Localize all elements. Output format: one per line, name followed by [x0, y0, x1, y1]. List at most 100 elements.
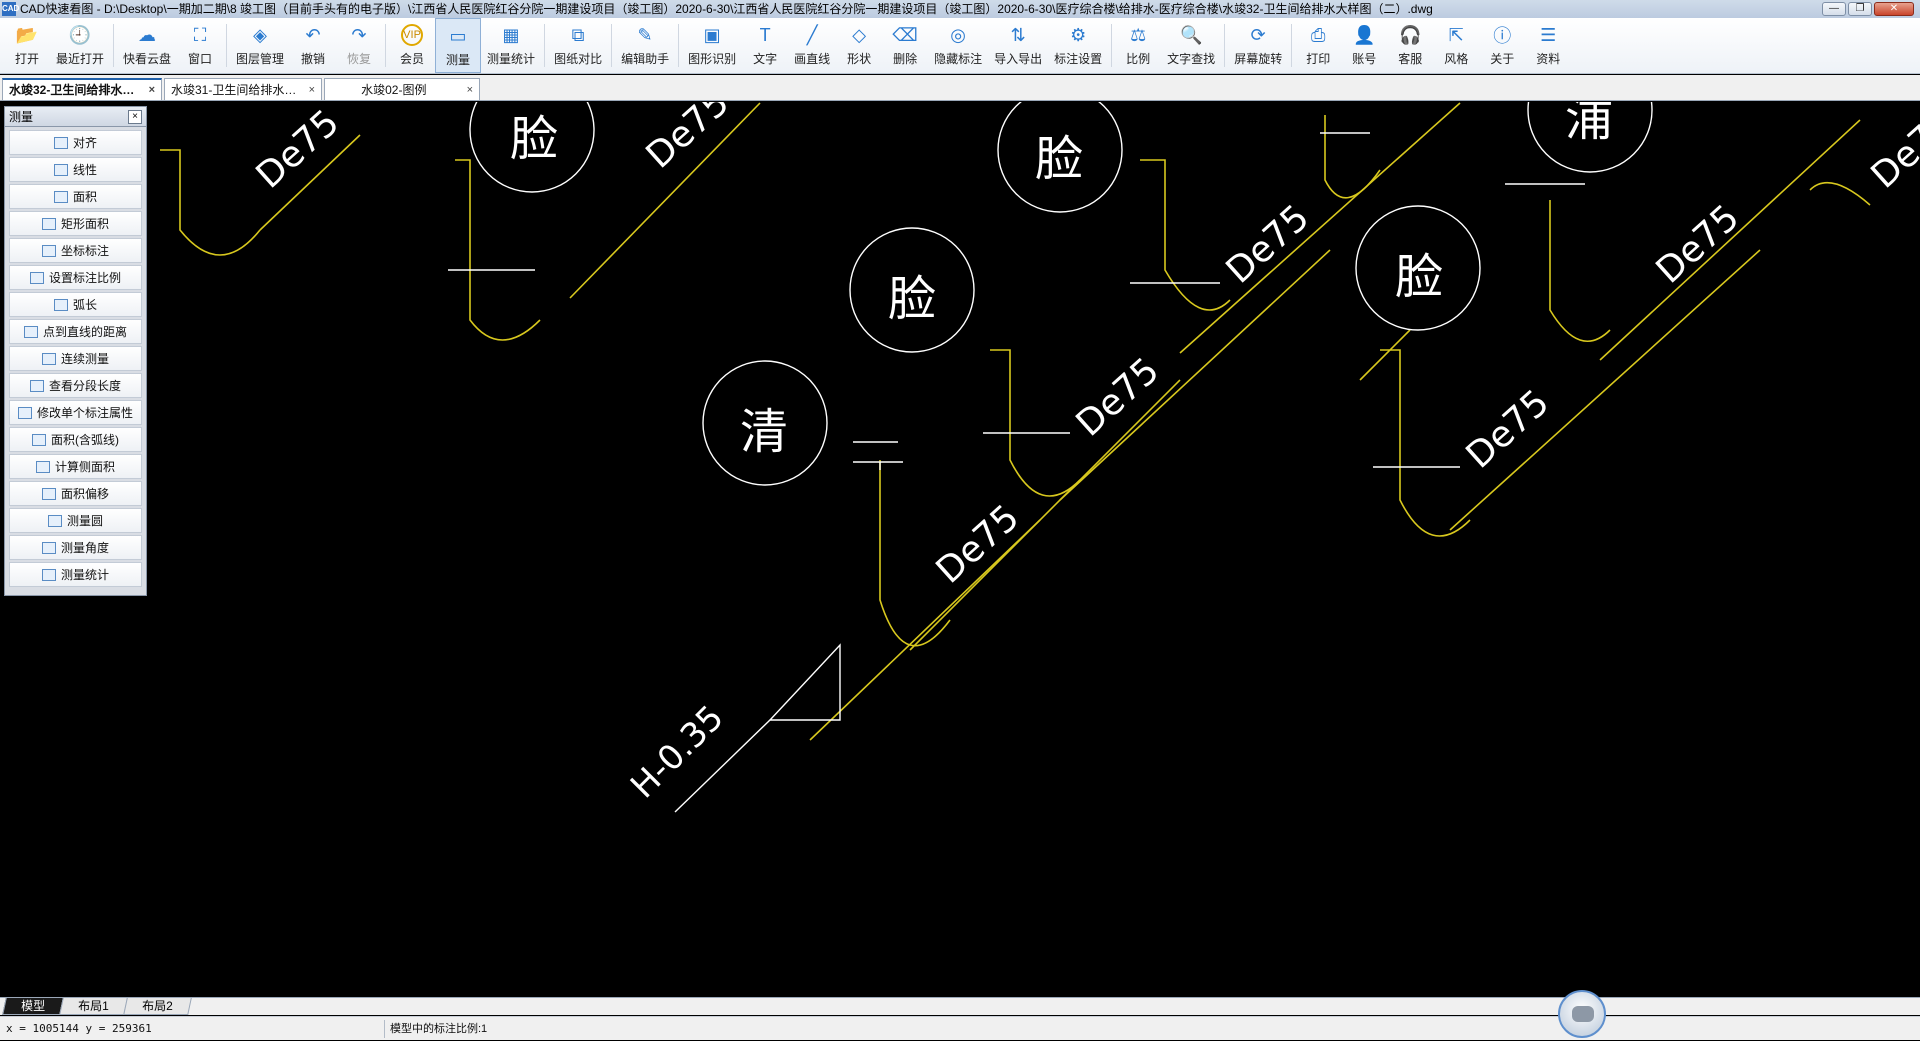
toolbar-button-22[interactable]: ⟳ 屏幕旋转 [1228, 18, 1288, 73]
measure-tool-6[interactable]: 弧长 [9, 292, 142, 317]
cursor-coordinates: x = 1005144 y = 259361 [6, 1022, 152, 1035]
measure-tool-15[interactable]: 测量角度 [9, 535, 142, 560]
toolbar-button-14[interactable]: ╱ 画直线 [788, 18, 836, 73]
toolbar-button-8[interactable]: ▭ 测量 [435, 18, 482, 73]
measure-tool-icon [53, 298, 68, 311]
toolbar-button-0[interactable]: 📂 打开 [4, 18, 50, 73]
pipe-label: De75 [1069, 350, 1168, 444]
toolbar-button-5[interactable]: ↶ 撤销 [290, 18, 336, 73]
measure-tool-icon [41, 244, 56, 257]
measure-tool-7[interactable]: 点到直线的距离 [9, 319, 142, 344]
measure-tool-0[interactable]: 对齐 [9, 130, 142, 155]
toolbar-button-21[interactable]: 🔍 文字查找 [1161, 18, 1221, 73]
measure-panel-close-button[interactable]: × [128, 109, 142, 124]
measure-tool-4[interactable]: 坐标标注 [9, 238, 142, 263]
measure-tool-label: 面积(含弧线) [51, 433, 119, 447]
measure-tool-icon [41, 487, 56, 500]
toolbar-label: 图形识别 [688, 52, 737, 66]
measure-tool-14[interactable]: 测量圆 [9, 508, 142, 533]
cleanout-triangle [768, 643, 841, 721]
toolbar-button-13[interactable]: T 文字 [742, 18, 788, 73]
toolbar-button-24[interactable]: 👤 账号 [1341, 18, 1387, 73]
toolbar-label: 账号 [1352, 52, 1377, 66]
measure-tool-icon [41, 352, 56, 365]
tab-close-icon[interactable]: × [309, 80, 315, 100]
measure-tool-8[interactable]: 连续测量 [9, 346, 142, 371]
assistant-avatar-icon[interactable] [1558, 990, 1606, 1038]
toolbar-icon: 📂 [15, 24, 39, 45]
toolbar-label: 标注设置 [1054, 52, 1103, 66]
toolbar-button-27[interactable]: ⓘ 关于 [1479, 18, 1525, 73]
layout-tab-0[interactable]: 模型 [2, 998, 64, 1015]
document-tab-0[interactable]: 水竣32-卫生间给排水… × [2, 78, 162, 100]
layout-tab-2[interactable]: 布局2 [122, 998, 192, 1015]
measure-tool-label: 坐标标注 [60, 244, 109, 258]
toolbar-button-17[interactable]: ◎ 隐藏标注 [928, 18, 988, 73]
measure-tool-1[interactable]: 线性 [9, 157, 142, 182]
toolbar-button-18[interactable]: ⇅ 导入导出 [988, 18, 1048, 73]
toolbar-button-26[interactable]: ⇱ 风格 [1433, 18, 1479, 73]
toolbar-button-3[interactable]: ⛶ 窗口 [177, 18, 223, 73]
measure-tool-16[interactable]: 测量统计 [9, 562, 142, 587]
measure-tool-icon [17, 406, 32, 419]
measure-tool-icon [29, 379, 44, 392]
pipe-segment [1059, 249, 1331, 501]
document-tabs: 水竣32-卫生间给排水… × 水竣31-卫生间给排水… × 水竣02-图例 × [0, 75, 1920, 101]
toolbar-button-25[interactable]: 🎧 客服 [1387, 18, 1433, 73]
toolbar-label: 图层管理 [236, 52, 285, 66]
toolbar-button-15[interactable]: ◇ 形状 [836, 18, 882, 73]
measure-tool-2[interactable]: 面积 [9, 184, 142, 209]
measure-tool-label: 面积偏移 [60, 487, 109, 501]
measure-tool-10[interactable]: 修改单个标注属性 [9, 400, 142, 425]
circle-label: 脸 [510, 111, 558, 167]
toolbar-button-11[interactable]: ✎ 编辑助手 [615, 18, 675, 73]
toolbar-label: 恢复 [347, 52, 372, 66]
toolbar-label: 屏幕旋转 [1234, 52, 1283, 66]
minimize-button[interactable]: — [1822, 2, 1846, 16]
toolbar-button-20[interactable]: ⚖ 比例 [1115, 18, 1161, 73]
toolbar-button-6[interactable]: ↷ 恢复 [336, 18, 382, 73]
toolbar-button-16[interactable]: ⌫ 删除 [882, 18, 928, 73]
measure-tool-icon [41, 541, 56, 554]
toolbar-separator [611, 24, 613, 67]
circle-label: 浦 [1565, 102, 1613, 147]
toolbar-button-2[interactable]: ☁ 快看云盘 [117, 18, 177, 73]
toolbar-button-28[interactable]: ☰ 资料 [1525, 18, 1571, 73]
toolbar-button-10[interactable]: ⧉ 图纸对比 [548, 18, 608, 73]
toolbar-button-12[interactable]: ▣ 图形识别 [682, 18, 742, 73]
toolbar-button-23[interactable]: ⎙ 打印 [1295, 18, 1341, 73]
layout-tabs: 模型 布局1 布局2 [0, 997, 1920, 1015]
toolbar-label: 导入导出 [994, 52, 1043, 66]
document-tab-1[interactable]: 水竣31-卫生间给排水… × [164, 78, 322, 100]
measure-tool-13[interactable]: 面积偏移 [9, 481, 142, 506]
toolbar-button-7[interactable]: VIP 会员 [389, 18, 435, 73]
close-button[interactable]: ✕ [1874, 2, 1914, 16]
toolbar-label: 比例 [1126, 52, 1151, 66]
toolbar-label: 会员 [400, 52, 425, 66]
layout-tab-1[interactable]: 布局1 [59, 998, 128, 1015]
toolbar-button-19[interactable]: ⚙ 标注设置 [1048, 18, 1108, 73]
circle-label: 清 [740, 404, 788, 460]
toolbar-label: 撤销 [301, 52, 326, 66]
measure-tool-12[interactable]: 计算侧面积 [9, 454, 142, 479]
drawing-canvas[interactable]: 脸 脸 脸 脸 清 浦 De75 De75 De75 De75 De75 De7… [0, 102, 1920, 997]
document-tab-2[interactable]: 水竣02-图例 × [324, 78, 480, 100]
pipe-trap [455, 159, 541, 341]
measure-tool-9[interactable]: 查看分段长度 [9, 373, 142, 398]
tab-close-icon[interactable]: × [149, 80, 155, 100]
toolbar-icon: ⟳ [1250, 24, 1266, 45]
measure-tool-icon [41, 217, 56, 230]
measure-tool-icon [53, 190, 68, 203]
maximize-button[interactable]: ❐ [1848, 2, 1872, 16]
toolbar-separator [1111, 24, 1113, 67]
toolbar-button-4[interactable]: ◈ 图层管理 [230, 18, 290, 73]
toolbar-button-1[interactable]: 🕘 最近打开 [50, 18, 110, 73]
measure-tool-3[interactable]: 矩形面积 [9, 211, 142, 236]
measure-tool-11[interactable]: 面积(含弧线) [9, 427, 142, 452]
toolbar-label: 文字查找 [1167, 52, 1216, 66]
toolbar-button-9[interactable]: ▦ 测量统计 [481, 18, 541, 73]
measure-tool-label: 计算侧面积 [54, 460, 115, 474]
tab-close-icon[interactable]: × [467, 80, 473, 100]
measure-tool-5[interactable]: 设置标注比例 [9, 265, 142, 290]
status-divider [384, 1020, 385, 1038]
